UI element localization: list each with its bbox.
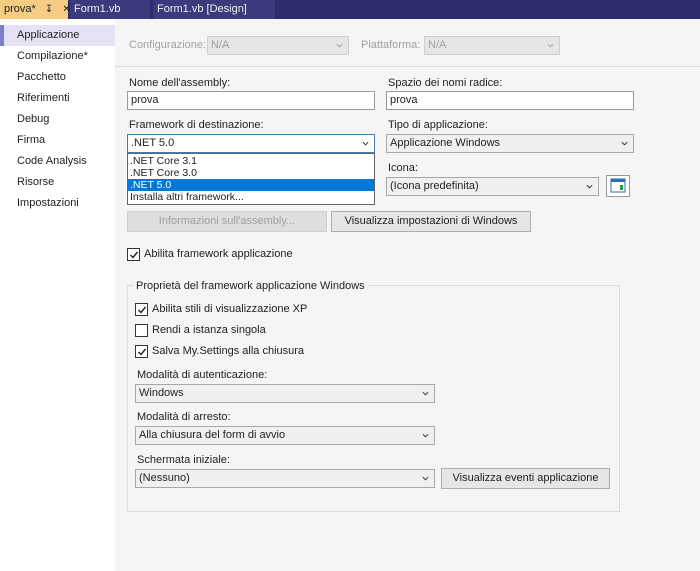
document-tab-bar: prova* ↧ ✕ Form1.vb Form1.vb [Design] xyxy=(0,0,700,19)
single-instance-checkbox[interactable] xyxy=(135,324,148,337)
sidebar-item-label: Impostazioni xyxy=(17,197,79,209)
enable-app-framework-checkbox[interactable] xyxy=(127,248,140,261)
chevron-down-icon xyxy=(621,141,628,146)
platform-label: Piattaforma: xyxy=(361,39,421,51)
shutdown-mode-combo[interactable]: Alla chiusura del form di avvio xyxy=(135,426,435,445)
sidebar-item-riferimenti[interactable]: Riferimenti xyxy=(0,88,115,109)
chevron-down-icon xyxy=(422,476,429,481)
sidebar-item-firma[interactable]: Firma xyxy=(0,130,115,151)
tab-form1-vb[interactable]: Form1.vb xyxy=(70,0,150,19)
chevron-down-icon xyxy=(586,184,593,189)
sidebar-item-label: Code Analysis xyxy=(17,155,87,167)
xp-styles-checkbox[interactable] xyxy=(135,303,148,316)
target-framework-value: .NET 5.0 xyxy=(131,137,175,149)
sidebar-item-label: Risorse xyxy=(17,176,55,188)
application-page: Configurazione: N/A Piattaforma: N/A Nom… xyxy=(115,19,700,571)
sidebar-item-label: Compilazione* xyxy=(17,50,88,62)
shutdown-mode-value: Alla chiusura del form di avvio xyxy=(139,429,286,441)
sidebar-item-pacchetto[interactable]: Pacchetto xyxy=(0,67,115,88)
app-events-button[interactable]: Visualizza eventi applicazione xyxy=(441,468,610,489)
dropdown-option-net-5-0[interactable]: .NET 5.0 xyxy=(128,179,374,191)
checkmark-icon xyxy=(130,251,139,259)
auth-mode-combo[interactable]: Windows xyxy=(135,384,435,403)
single-instance-label: Rendi a istanza singola xyxy=(152,324,266,336)
splash-screen-value: (Nessuno) xyxy=(139,472,190,484)
save-settings-checkbox[interactable] xyxy=(135,345,148,358)
checkmark-icon xyxy=(138,306,147,314)
save-settings-label: Salva My.Settings alla chiusura xyxy=(152,345,305,357)
tab-form1-design[interactable]: Form1.vb [Design] xyxy=(153,0,275,19)
target-framework-label: Framework di destinazione: xyxy=(129,119,264,131)
chevron-down-icon xyxy=(362,141,369,146)
sidebar-item-debug[interactable]: Debug xyxy=(0,109,115,130)
auth-mode-value: Windows xyxy=(139,387,184,399)
chevron-down-icon xyxy=(422,391,429,396)
app-type-combo[interactable]: Applicazione Windows xyxy=(386,134,634,153)
configuration-label: Configurazione: xyxy=(129,39,207,51)
sidebar-item-applicazione[interactable]: Applicazione xyxy=(0,25,115,46)
enable-app-framework-label: Abilita framework applicazione xyxy=(144,248,293,260)
auth-mode-label: Modalità di autenticazione: xyxy=(137,369,268,381)
root-namespace-label: Spazio dei nomi radice: xyxy=(388,77,503,89)
windows-settings-button[interactable]: Visualizza impostazioni di Windows xyxy=(331,211,531,232)
tab-label: Form1.vb xyxy=(74,3,121,15)
sidebar-item-label: Riferimenti xyxy=(17,92,70,104)
assembly-name-label: Nome dell'assembly: xyxy=(129,77,231,89)
sidebar-item-label: Debug xyxy=(17,113,50,125)
icon-combo[interactable]: (Icona predefinita) xyxy=(386,177,599,196)
sidebar-item-label: Pacchetto xyxy=(17,71,66,83)
dropdown-option-net-core-3-0[interactable]: .NET Core 3.0 xyxy=(128,167,374,179)
icon-preview-button[interactable] xyxy=(606,175,630,197)
assembly-info-button[interactable]: Informazioni sull'assembly... xyxy=(127,211,327,232)
splash-screen-label: Schermata iniziale: xyxy=(137,454,230,466)
shutdown-mode-label: Modalità di arresto: xyxy=(137,411,231,423)
splash-screen-combo[interactable]: (Nessuno) xyxy=(135,469,435,488)
tab-label: Form1.vb [Design] xyxy=(157,3,247,15)
target-framework-combo[interactable]: .NET 5.0 xyxy=(127,134,375,153)
platform-combo[interactable]: N/A xyxy=(424,36,560,55)
xp-styles-label: Abilita stili di visualizzazione XP xyxy=(152,303,308,315)
assembly-name-input[interactable]: prova xyxy=(127,91,375,110)
chevron-down-icon xyxy=(336,43,343,48)
app-type-label: Tipo di applicazione: xyxy=(388,119,488,131)
pin-icon[interactable]: ↧ xyxy=(45,0,53,19)
group-title: Proprietà del framework applicazione Win… xyxy=(134,280,367,292)
icon-value: (Icona predefinita) xyxy=(390,180,479,192)
property-pages-nav: Applicazione Compilazione* Pacchetto Rif… xyxy=(0,19,115,571)
configuration-combo[interactable]: N/A xyxy=(207,36,349,55)
sidebar-item-risorse[interactable]: Risorse xyxy=(0,172,115,193)
dropdown-option-install-frameworks[interactable]: Installa altri framework... xyxy=(128,191,374,203)
sidebar-item-label: Applicazione xyxy=(17,29,80,41)
root-namespace-input[interactable]: prova xyxy=(386,91,634,110)
checkmark-icon xyxy=(138,348,147,356)
chevron-down-icon xyxy=(547,43,554,48)
configuration-value: N/A xyxy=(211,39,230,51)
tab-prova[interactable]: prova* ↧ ✕ xyxy=(0,0,71,19)
platform-value: N/A xyxy=(428,39,447,51)
tab-label: prova* xyxy=(4,3,36,15)
sidebar-item-impostazioni[interactable]: Impostazioni xyxy=(0,193,115,214)
sidebar-item-code-analysis[interactable]: Code Analysis xyxy=(0,151,115,172)
sidebar-item-compilazione[interactable]: Compilazione* xyxy=(0,46,115,67)
sidebar-item-label: Firma xyxy=(17,134,46,146)
app-type-value: Applicazione Windows xyxy=(390,137,501,149)
target-framework-dropdown: .NET Core 3.1 .NET Core 3.0 .NET 5.0 Ins… xyxy=(127,153,375,205)
dropdown-option-net-core-3-1[interactable]: .NET Core 3.1 xyxy=(128,155,374,167)
chevron-down-icon xyxy=(422,433,429,438)
configuration-bar: Configurazione: N/A Piattaforma: N/A xyxy=(115,19,700,67)
window-icon xyxy=(610,178,626,193)
icon-label: Icona: xyxy=(388,162,418,174)
